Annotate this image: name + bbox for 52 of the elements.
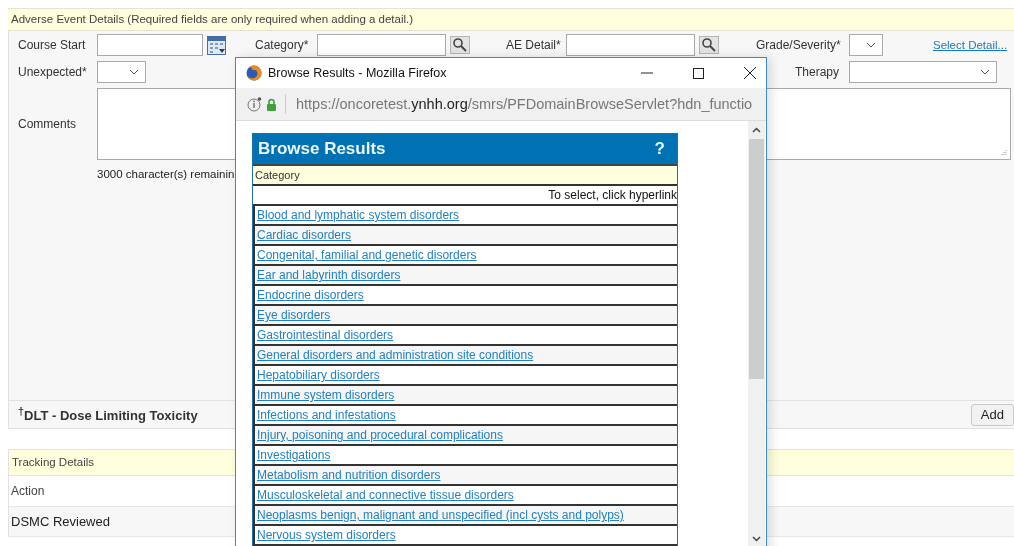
category-link[interactable]: Blood and lymphatic system disorders <box>257 208 460 222</box>
category-link[interactable]: Gastrointestinal disorders <box>257 328 394 342</box>
category-link[interactable]: Cardiac disorders <box>257 228 352 242</box>
lookup-icon[interactable] <box>699 36 719 54</box>
scroll-up-icon[interactable] <box>752 127 761 133</box>
chevron-icon <box>129 69 139 75</box>
character-count: 3000 character(s) remainin <box>97 168 235 180</box>
section-title: Adverse Event Details (Required fields are only required when adding a detail.) <box>8 8 1014 31</box>
close-icon[interactable] <box>744 67 756 79</box>
field-label: Therapy <box>794 65 840 79</box>
category-link[interactable]: Infections and infestations <box>257 408 396 422</box>
info-icon[interactable] <box>247 96 262 112</box>
date-field[interactable] <box>97 34 203 56</box>
lock-icon <box>266 97 277 111</box>
column-header: Category <box>255 169 300 181</box>
add-button[interactable]: Add <box>970 403 1014 426</box>
category-link[interactable]: Musculoskeletal and connective tissue disorders <box>257 488 514 502</box>
field-label: Grade/Severity* <box>756 38 842 52</box>
field-label: Unexpected* <box>18 65 88 79</box>
grade-select[interactable] <box>849 34 883 56</box>
lookup-icon[interactable] <box>450 36 470 54</box>
category-link[interactable]: Investigations <box>257 448 331 462</box>
table-title: Browse Results <box>258 139 386 159</box>
field-label: Category* <box>255 38 310 52</box>
hint-text: To select, click hyperlink <box>548 188 677 202</box>
category-link[interactable]: Nervous system disorders <box>257 528 396 542</box>
scroll-down-icon[interactable] <box>752 536 761 542</box>
table-cell: DSMC Reviewed <box>11 514 110 529</box>
field-label: Comments <box>18 117 77 131</box>
url-text: https://oncoretest.ynhh.org/smrs/PFDomainBrowseServlet?hdn_functio <box>296 96 753 112</box>
resize-grip-icon[interactable] <box>1000 149 1007 156</box>
column-header: Action <box>11 484 45 498</box>
category-link[interactable]: Congenital, familial and genetic disorders <box>257 248 477 262</box>
browser-icon <box>246 65 262 81</box>
category-link[interactable]: Hepatobiliary disorders <box>257 368 380 382</box>
category-link[interactable]: Eye disorders <box>257 308 331 322</box>
scrollbar[interactable] <box>748 121 765 546</box>
therapy-select[interactable] <box>849 61 997 83</box>
help-link[interactable]: ? <box>654 139 665 159</box>
maximize-icon[interactable] <box>693 67 704 79</box>
select-detail-link[interactable]: Select Detail... <box>933 39 1008 51</box>
field-label: Course Start <box>18 38 87 52</box>
calendar-icon[interactable] <box>207 35 226 55</box>
window-title: Browse Results - Mozilla Firefox <box>268 66 448 80</box>
field-label: AE Detail* <box>506 38 562 52</box>
unexpected-select[interactable] <box>97 61 146 83</box>
category-link[interactable]: Endocrine disorders <box>257 288 364 302</box>
chevron-icon <box>866 42 876 48</box>
ae-detail-field[interactable] <box>566 34 695 56</box>
dlt-note: $^{†}$DLT - Dose Limiting Toxicity <box>18 405 198 424</box>
category-field[interactable] <box>317 34 446 56</box>
chevron-icon <box>980 69 990 75</box>
